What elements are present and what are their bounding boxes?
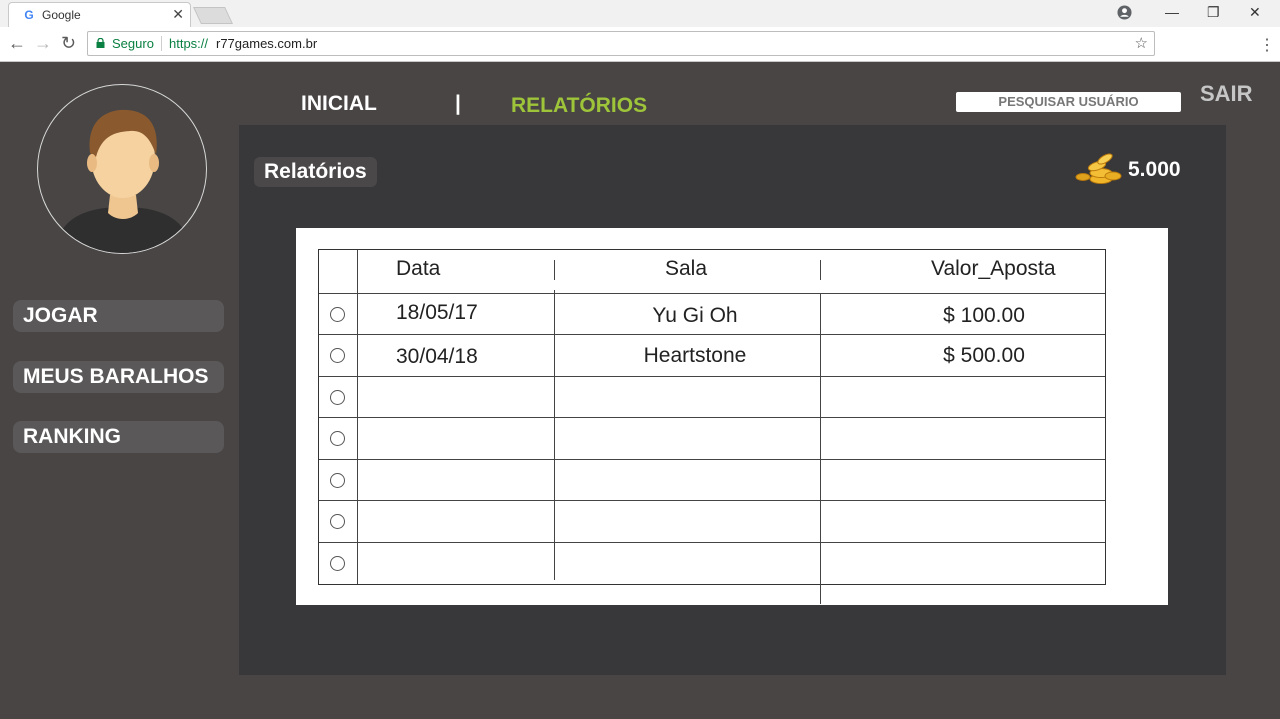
url-host: r77games.com.br xyxy=(216,36,318,51)
row-select-radio[interactable] xyxy=(330,307,345,322)
table-row-divider xyxy=(319,334,1105,335)
user-avatar-icon xyxy=(56,109,190,253)
back-icon[interactable]: ← xyxy=(8,33,26,54)
address-bar[interactable]: Seguro https:// r77games.com.br ☆ xyxy=(87,31,1155,56)
nav-reports[interactable]: RELATÓRIOS xyxy=(511,94,647,118)
table-row-divider xyxy=(319,459,1105,460)
column-header-date[interactable]: Data xyxy=(396,257,440,281)
row-select-radio[interactable] xyxy=(330,348,345,363)
search-user-button[interactable]: PESQUISAR USUÁRIO xyxy=(956,92,1181,112)
sidebar-item-ranking[interactable]: RANKING xyxy=(13,421,224,453)
page-title: Relatórios xyxy=(254,157,377,187)
table-row-divider xyxy=(319,417,1105,418)
header-divider xyxy=(820,260,821,280)
table-row-divider xyxy=(319,293,1105,294)
reload-icon[interactable]: ↻ xyxy=(61,33,76,54)
cell-bet: $ 100.00 xyxy=(943,304,1025,327)
reports-panel: Data Sala Valor_Aposta 18/05/17 Yu Gi Oh… xyxy=(296,228,1168,605)
reports-table: Data Sala Valor_Aposta 18/05/17 Yu Gi Oh… xyxy=(318,249,1106,604)
row-select-radio[interactable] xyxy=(330,473,345,488)
close-window-icon[interactable]: ✕ xyxy=(1249,4,1261,21)
cell-date: 18/05/17 xyxy=(396,301,478,324)
nav-separator: | xyxy=(455,92,461,115)
browser-tab[interactable]: G Google ✕ xyxy=(8,2,191,27)
minimize-icon[interactable]: — xyxy=(1165,4,1179,20)
row-select-radio[interactable] xyxy=(330,390,345,405)
browser-toolbar: ← → ↻ Seguro https:// r77games.com.br ☆ … xyxy=(0,27,1280,62)
header-divider xyxy=(554,260,555,280)
browser-menu-icon[interactable]: ⋮ xyxy=(1259,35,1275,55)
cell-bet: $ 500.00 xyxy=(943,344,1025,367)
cell-room: Yu Gi Oh xyxy=(652,304,738,327)
tab-title: Google xyxy=(42,8,81,22)
lock-icon xyxy=(96,38,105,48)
url-divider xyxy=(161,36,162,51)
browser-tab-bar: G Google ✕ — ❐ ✕ xyxy=(0,0,1280,27)
bookmark-star-icon[interactable]: ☆ xyxy=(1135,34,1148,52)
sidebar-item-jogar[interactable]: JOGAR xyxy=(13,300,224,332)
url-scheme: https:// xyxy=(169,36,209,51)
restore-icon[interactable]: ❐ xyxy=(1207,4,1220,21)
table-row-divider xyxy=(319,376,1105,377)
google-favicon-icon: G xyxy=(24,8,34,22)
nav-home[interactable]: INICIAL xyxy=(301,92,377,116)
tab-close-icon[interactable]: ✕ xyxy=(172,6,184,23)
row-select-radio[interactable] xyxy=(330,556,345,571)
row-select-radio[interactable] xyxy=(330,431,345,446)
coin-balance: 5.000 xyxy=(1128,158,1181,181)
column-header-room[interactable]: Sala xyxy=(665,257,707,281)
column-header-bet[interactable]: Valor_Aposta xyxy=(931,257,1056,281)
logout-button[interactable]: SAIR xyxy=(1200,81,1253,107)
table-row-divider xyxy=(319,542,1105,543)
avatar[interactable] xyxy=(37,84,207,254)
coins-icon xyxy=(1075,153,1122,184)
cell-room: Heartstone xyxy=(643,344,747,367)
cell-date: 30/04/18 xyxy=(396,345,478,368)
new-tab-button[interactable] xyxy=(193,7,233,24)
table-column-divider xyxy=(820,294,821,604)
row-select-radio[interactable] xyxy=(330,514,345,529)
main-content: Relatórios 5.000 Data Sala Valor_Aposta … xyxy=(239,125,1226,675)
table-row-divider xyxy=(319,500,1105,501)
secure-label: Seguro xyxy=(112,36,154,51)
sidebar-item-meus-baralhos[interactable]: MEUS BARALHOS xyxy=(13,361,224,393)
forward-icon[interactable]: → xyxy=(34,33,52,54)
account-icon[interactable] xyxy=(1117,5,1132,20)
